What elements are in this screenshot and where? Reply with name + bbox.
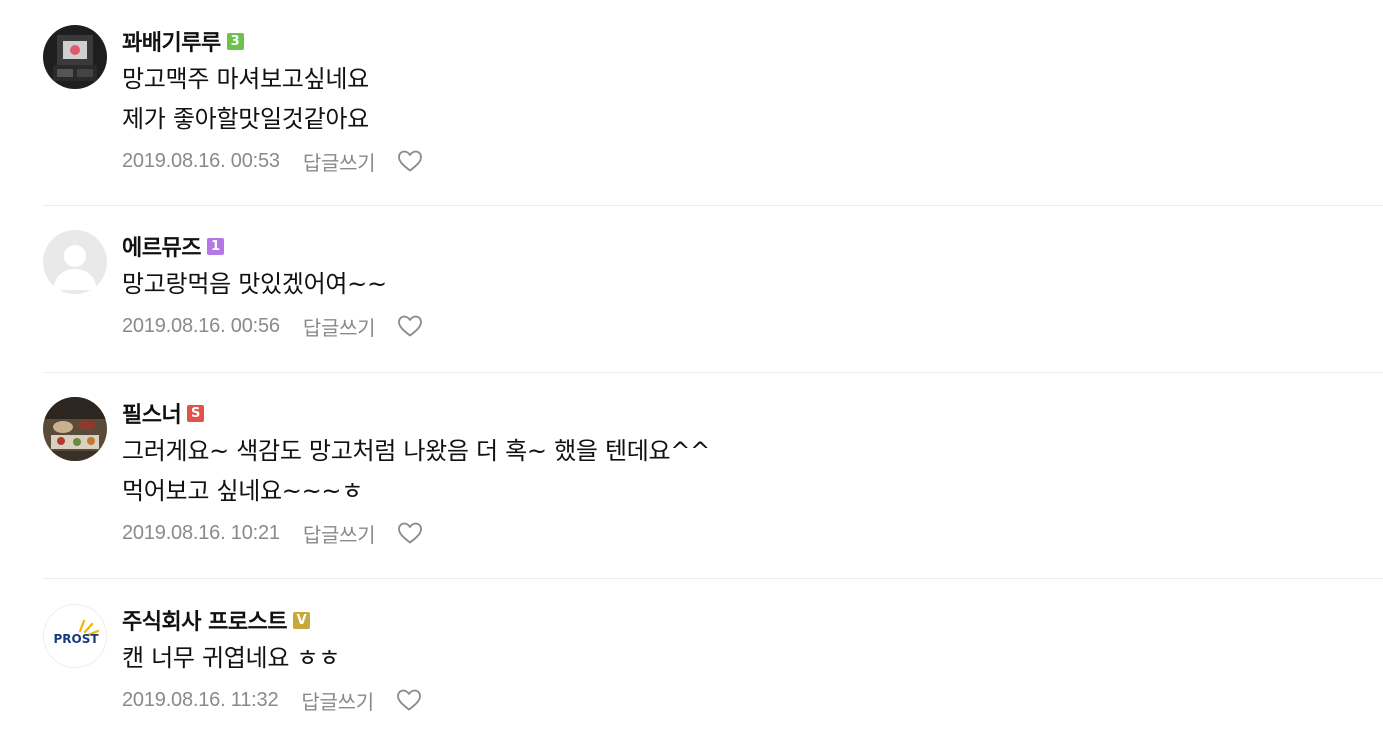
comment-text-line: 먹어보고 싶네요~~~ㅎ <box>122 477 363 505</box>
comment-date: 2019.08.16. 10:21 <box>122 521 280 544</box>
heart-outline-icon[interactable] <box>397 149 423 173</box>
avatar-image <box>43 25 107 89</box>
author-row: 주식회사 프로스트 V <box>122 604 1383 636</box>
heart-outline-icon[interactable] <box>397 314 423 338</box>
avatar[interactable] <box>43 25 107 89</box>
author-nickname[interactable]: 꽈배기루루 <box>122 25 221 57</box>
prost-logo: PROST <box>44 605 106 667</box>
comment-meta: 2019.08.16. 00:53 답글쓰기 <box>122 141 1383 181</box>
comment-body: 필스너 S 그러게요~ 색감도 망고처럼 나왔음 더 혹~ 했을 텐데요^^ 먹… <box>122 397 1383 553</box>
comment-body: 에르뮤즈 1 망고랑먹음 맛있겠어여~~ 2019.08.16. 00:56 답… <box>122 230 1383 346</box>
member-level-badge: 1 <box>206 237 224 255</box>
comment-date: 2019.08.16. 11:32 <box>122 688 279 711</box>
comment-divider <box>43 205 1383 206</box>
reply-button[interactable]: 답글쓰기 <box>303 519 376 548</box>
comment-body: 꽈배기루루 3 망고맥주 마셔보고싶네요 제가 좋아할맛일것같아요 2019.0… <box>122 25 1383 181</box>
member-level-badge: S <box>187 404 205 422</box>
comment-meta: 2019.08.16. 11:32 답글쓰기 <box>122 680 1383 720</box>
comment-text-line: 제가 좋아할맛일것같아요 <box>122 105 369 133</box>
member-level-badge: V <box>293 611 311 629</box>
author-nickname[interactable]: 에르뮤즈 <box>122 230 201 262</box>
reply-button[interactable]: 답글쓰기 <box>303 147 376 176</box>
comment-text-line: 망고랑먹음 맛있겠어여~~ <box>122 270 387 298</box>
author-row: 꽈배기루루 3 <box>122 25 1383 57</box>
comment-text-line: 캔 너무 귀엽네요 ㅎㅎ <box>122 644 341 672</box>
comment-body: 주식회사 프로스트 V 캔 너무 귀엽네요 ㅎㅎ 2019.08.16. 11:… <box>122 604 1383 720</box>
comment-text-line: 그러게요~ 색감도 망고처럼 나왔음 더 혹~ 했을 텐데요^^ <box>122 437 710 465</box>
member-level-badge: 3 <box>226 32 244 50</box>
author-nickname[interactable]: 필스너 <box>122 397 182 429</box>
author-nickname[interactable]: 주식회사 프로스트 <box>122 604 288 636</box>
heart-outline-icon[interactable] <box>397 521 423 545</box>
heart-outline-icon[interactable] <box>396 688 422 712</box>
comment-divider <box>43 372 1383 373</box>
prost-logo-text: PROST <box>53 632 99 646</box>
avatar-image <box>43 397 107 461</box>
comment-meta: 2019.08.16. 00:56 답글쓰기 <box>122 306 1383 346</box>
author-row: 에르뮤즈 1 <box>122 230 1383 262</box>
avatar[interactable] <box>43 397 107 461</box>
comment-text-line: 망고맥주 마셔보고싶네요 <box>122 65 369 93</box>
author-row: 필스너 S <box>122 397 1383 429</box>
comment-divider <box>43 578 1383 579</box>
avatar[interactable]: PROST <box>43 604 107 668</box>
comment-meta: 2019.08.16. 10:21 답글쓰기 <box>122 513 1383 553</box>
comment-date: 2019.08.16. 00:56 <box>122 314 280 337</box>
comment-date: 2019.08.16. 00:53 <box>122 149 280 172</box>
user-silhouette-icon[interactable] <box>43 230 107 294</box>
reply-button[interactable]: 답글쓰기 <box>303 312 376 341</box>
reply-button[interactable]: 답글쓰기 <box>301 686 374 715</box>
